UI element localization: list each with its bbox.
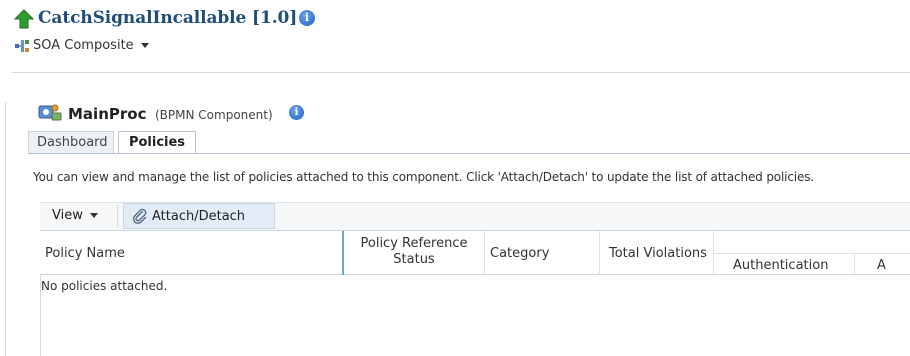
column-header-line: Status [393,252,435,267]
info-icon[interactable]: i [289,105,304,120]
toolbar-separator [117,205,118,227]
empty-table-message: No policies attached. [41,279,168,293]
attach-detach-label: Attach/Detach [152,208,246,224]
tab-policies[interactable]: Policies [118,131,196,154]
column-header-policy-name[interactable]: Policy Name [45,246,125,261]
column-header-authentication[interactable]: Authentication [733,258,828,273]
chevron-down-icon [140,43,149,48]
component-name: MainProc [68,105,147,123]
column-header-total-violations[interactable]: Total Violations [609,246,707,261]
paperclip-icon [132,208,147,224]
bpmn-process-icon [38,104,62,121]
soa-composite-menu[interactable]: SOA Composite [33,38,149,53]
header-divider [12,72,910,73]
component-type: (BPMN Component) [155,108,273,122]
soa-composite-icon [15,40,29,52]
column-divider [599,231,600,275]
attach-detach-button[interactable]: Attach/Detach [123,203,275,229]
soa-composite-label: SOA Composite [33,38,134,53]
grouped-header-divider [714,253,910,254]
view-menu-label: View [52,208,83,223]
tabs-baseline [28,153,910,154]
page-title: CatchSignalIncallable [1.0] [38,8,298,28]
column-divider [854,254,855,275]
up-arrow-icon [14,9,34,29]
column-header-truncated[interactable]: A [877,258,886,273]
column-header-policy-reference-status[interactable]: Policy Reference Status [344,236,484,268]
left-panel-border [5,102,6,356]
column-header-line: Policy Reference [360,236,468,251]
column-divider [484,231,485,275]
info-icon[interactable]: i [299,10,315,26]
column-header-category[interactable]: Category [490,246,549,261]
view-menu-button[interactable]: View [52,208,98,223]
chevron-down-icon [89,213,98,218]
tab-dashboard[interactable]: Dashboard [28,131,114,154]
policies-description: You can view and manage the list of poli… [33,170,814,184]
